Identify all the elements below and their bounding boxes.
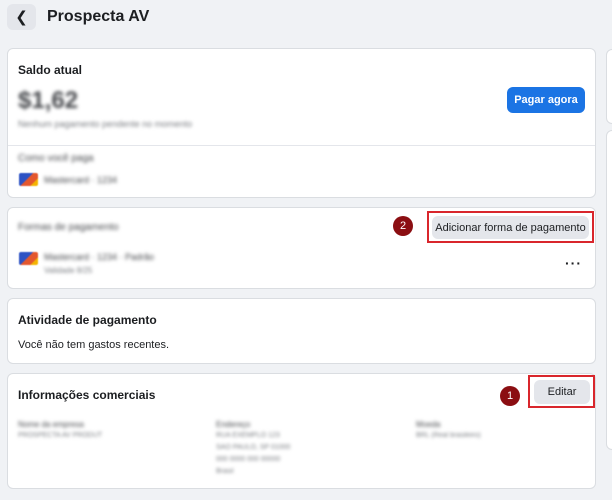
business-name-value: PROSPECTA AV PRODUT	[18, 432, 103, 439]
balance-note: Nenhum pagamento pendente no momento	[18, 119, 193, 129]
page-header: ❮ Prospecta AV	[0, 0, 612, 36]
payment-activity-title: Atividade de pagamento	[18, 313, 157, 327]
business-currency-value: BRL (Real brasileiro)	[416, 432, 481, 439]
balance-card: Saldo atual $1,62 Nenhum pagamento pende…	[7, 48, 596, 198]
payment-card-line: Mastercard · 1234 · Padrão	[44, 252, 155, 262]
payment-method-label: Como você paga	[18, 153, 94, 164]
mastercard-icon	[19, 173, 38, 186]
annotation-marker-2: 2	[393, 216, 413, 236]
more-horizontal-icon[interactable]: ···	[565, 255, 582, 271]
business-address-line: 000 0000 000 00000	[216, 456, 281, 463]
business-currency-label: Moeda	[416, 420, 441, 429]
business-address-line: RUA EXEMPLO 123	[216, 432, 280, 439]
business-name-label: Nome da empresa	[18, 420, 84, 429]
business-info-title: Informações comerciais	[18, 388, 156, 402]
payment-card-expiry: Validade 8/25	[44, 266, 93, 275]
side-panel-card	[606, 130, 612, 450]
balance-amount: $1,62	[18, 87, 79, 114]
business-info-card: Informações comerciais 1 Editar Nome da …	[7, 373, 596, 489]
payment-method-value: Mastercard · 1234	[44, 175, 118, 185]
payment-activity-empty: Você não tem gastos recentes.	[18, 339, 170, 351]
business-address-label: Endereço	[216, 420, 251, 429]
payment-methods-card: Formas de pagamento 2 Adicionar forma de…	[7, 207, 596, 289]
edit-button[interactable]: Editar	[534, 380, 590, 404]
add-payment-method-button[interactable]: Adicionar forma de pagamento	[432, 216, 589, 239]
business-address-line: SAO PAULO, SP 01000	[216, 444, 291, 451]
balance-title: Saldo atual	[18, 63, 83, 77]
payment-activity-card: Atividade de pagamento Você não tem gast…	[7, 298, 596, 364]
business-address-line: Brasil	[216, 468, 234, 475]
mastercard-icon	[19, 252, 38, 265]
back-button[interactable]: ❮	[7, 4, 36, 30]
page-title: Prospecta AV	[47, 8, 150, 25]
annotation-marker-1: 1	[500, 386, 520, 406]
chevron-left-icon: ❮	[15, 9, 28, 26]
divider	[8, 145, 595, 146]
pay-now-button[interactable]: Pagar agora	[507, 87, 585, 113]
payment-methods-title: Formas de pagamento	[18, 222, 119, 233]
side-panel-card	[606, 49, 612, 124]
